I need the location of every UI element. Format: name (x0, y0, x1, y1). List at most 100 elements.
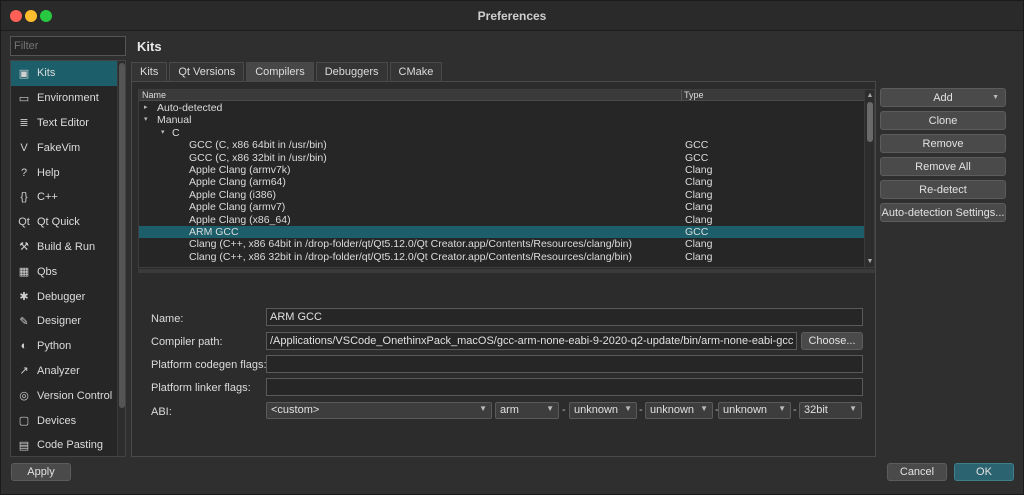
sidebar-item-build-run[interactable]: ⚒ Build & Run (11, 235, 125, 260)
tab-bar: Kits Qt Versions Compilers Debuggers CMake (131, 62, 444, 81)
cancel-button[interactable]: Cancel (887, 463, 947, 481)
abi-flavor-select[interactable]: unknown ▼ (645, 402, 713, 419)
tree-row[interactable]: Clang (C++, x86 64bit in /drop-folder/qt… (139, 238, 866, 250)
tree-scrollbar[interactable]: ▲ ▼ (864, 90, 874, 267)
sidebar-item-python[interactable]: ◐ Python (11, 334, 125, 359)
sidebar-item-label: Python (37, 340, 72, 353)
tree-row[interactable]: GCC (C, x86 64bit in /usr/bin) GCC (139, 139, 866, 151)
name-label: Name: (151, 313, 184, 325)
splitter[interactable] (138, 269, 875, 273)
redetect-button[interactable]: Re-detect (880, 180, 1006, 199)
tree-row[interactable]: Apple Clang (armv7) Clang (139, 201, 866, 213)
tree-row-name: GCC (C, x86 64bit in /usr/bin) (189, 139, 327, 152)
tree-row[interactable]: Clang (C++, x86 32bit in /drop-folder/qt… (139, 251, 866, 263)
clone-button[interactable]: Clone (880, 111, 1006, 130)
sidebar-item-debugger[interactable]: ✱ Debugger (11, 284, 125, 309)
sidebar-item-kits[interactable]: ▣ Kits (11, 61, 125, 86)
sidebar-item-label: Qbs (37, 265, 58, 278)
ok-button[interactable]: OK (954, 463, 1014, 481)
sidebar-item-help[interactable]: ? Help (11, 160, 125, 185)
tree-row[interactable]: GCC (C, x86 32bit in /usr/bin) GCC (139, 152, 866, 164)
chevron-down-icon: ▼ (992, 94, 999, 101)
apply-button[interactable]: Apply (11, 463, 71, 481)
scroll-down-arrow-icon[interactable]: ▼ (865, 257, 874, 266)
tree-row-type: GCC (685, 226, 709, 238)
sidebar-item-environment[interactable]: ▭ Environment (11, 86, 125, 111)
linker-flags-label: Platform linker flags: (151, 382, 251, 394)
tree-row-name: Clang (C++, x86 32bit in /drop-folder/qt… (189, 250, 632, 263)
tree-row-name: Apple Clang (x86_64) (189, 213, 291, 226)
sidebar: ▣ Kits ▭ Environment ≣ Text Editor V FakeVim? He… (10, 60, 126, 457)
tree-row-name: GCC (C, x86 32bit in /usr/bin) (189, 151, 327, 164)
sidebar-scrollbar[interactable] (117, 61, 125, 456)
text-editor-icon: ≣ (19, 117, 29, 130)
sidebar-item-text-editor[interactable]: ≣ Text Editor (11, 111, 125, 136)
sidebar-scroll-thumb[interactable] (119, 63, 125, 408)
tree-row[interactable]: Apple Clang (armv7k) Clang (139, 164, 866, 176)
cpp-icon: {} (20, 191, 28, 204)
scroll-up-arrow-icon[interactable]: ▲ (865, 91, 874, 100)
column-header-type[interactable]: Type (684, 90, 704, 100)
compiler-path-field[interactable]: /Applications/VSCode_OnethinxPack_macOS/… (266, 332, 797, 350)
compiler-tree[interactable]: Name Type ▸ Auto-detected ▾ Manual ▾ C GCC (C,… (138, 89, 875, 268)
chevron-down-icon: ▼ (546, 404, 554, 413)
remove-all-button[interactable]: Remove All (880, 157, 1006, 176)
abi-preset-select[interactable]: <custom> ▼ (266, 402, 492, 419)
tree-row-name: Manual (157, 114, 192, 127)
tree-row[interactable]: Apple Clang (x86_64) Clang (139, 214, 866, 226)
sidebar-item-analyzer[interactable]: ↗ Analyzer (11, 359, 125, 384)
analyzer-icon: ↗ (19, 365, 29, 378)
tab-cmake[interactable]: CMake (389, 62, 443, 81)
sidebar-item-label: Version Control (37, 389, 113, 402)
tab-qt-versions[interactable]: Qt Versions (169, 62, 245, 81)
codegen-flags-field[interactable] (266, 355, 863, 373)
tab-compilers[interactable]: Compilers (246, 62, 314, 81)
tree-row-name: Auto-detected (157, 102, 223, 114)
tree-row[interactable]: Apple Clang (i386) Clang (139, 189, 866, 201)
choose-button[interactable]: Choose... (801, 332, 863, 350)
sidebar-item-label: Environment (37, 92, 99, 105)
remove-button[interactable]: Remove (880, 134, 1006, 153)
help-icon: ? (20, 166, 28, 179)
expand-arrow-icon[interactable]: ▾ (144, 114, 148, 126)
abi-separator: - (793, 404, 797, 416)
sidebar-item-label: Devices (37, 414, 77, 427)
sidebar-item-designer[interactable]: ✎ Designer (11, 309, 125, 334)
sidebar-item-qt-quick[interactable]: Qt Qt Quick (11, 210, 125, 235)
tree-row[interactable]: ▾ C (139, 127, 866, 139)
abi-architecture-select[interactable]: arm ▼ (495, 402, 559, 419)
name-field[interactable]: ARM GCC (266, 308, 863, 326)
tree-row[interactable]: ▸ Auto-detected (139, 102, 866, 114)
tree-row[interactable]: ▾ Manual (139, 114, 866, 126)
filter-input[interactable] (10, 36, 126, 56)
tree-scroll-thumb[interactable] (867, 102, 873, 142)
expand-arrow-icon[interactable]: ▾ (161, 127, 165, 139)
chevron-down-icon: ▼ (849, 404, 857, 413)
sidebar-item-devices[interactable]: ▢ Devices (11, 408, 125, 433)
column-separator (681, 90, 682, 101)
tree-header: Name Type (139, 90, 866, 101)
collapse-arrow-icon[interactable]: ▸ (144, 102, 148, 114)
sidebar-item-code-pasting[interactable]: ▤ Code Pasting (11, 433, 125, 456)
sidebar-item-qbs[interactable]: ▦ Qbs (11, 259, 125, 284)
abi-format-select[interactable]: unknown ▼ (718, 402, 791, 419)
codegen-flags-label: Platform codegen flags: (151, 359, 267, 371)
sidebar-item-version-control[interactable]: ◎ Version Control (11, 383, 125, 408)
linker-flags-field[interactable] (266, 378, 863, 396)
tab-debuggers[interactable]: Debuggers (315, 62, 388, 81)
sidebar-item-fakevim[interactable]: V FakeVim (11, 135, 125, 160)
tree-row[interactable]: ARM GCC GCC (139, 226, 866, 239)
sidebar-item-label: Debugger (37, 290, 86, 303)
sidebar-item-c[interactable]: {} C++ (11, 185, 125, 210)
tree-row[interactable]: Apple Clang (arm64) Clang (139, 176, 866, 188)
tree-row-type: GCC (685, 139, 709, 152)
hammer-icon: ⚒ (19, 241, 29, 254)
sidebar-item-label: Analyzer (37, 364, 80, 377)
column-header-name[interactable]: Name (142, 90, 166, 100)
tree-row-type: Clang (685, 201, 713, 214)
add-button[interactable]: Add ▼ (880, 88, 1006, 107)
auto-detection-settings-button[interactable]: Auto-detection Settings... (880, 203, 1006, 222)
abi-os-select[interactable]: unknown ▼ (569, 402, 637, 419)
abi-width-select[interactable]: 32bit ▼ (799, 402, 862, 419)
tab-kits[interactable]: Kits (131, 62, 168, 81)
